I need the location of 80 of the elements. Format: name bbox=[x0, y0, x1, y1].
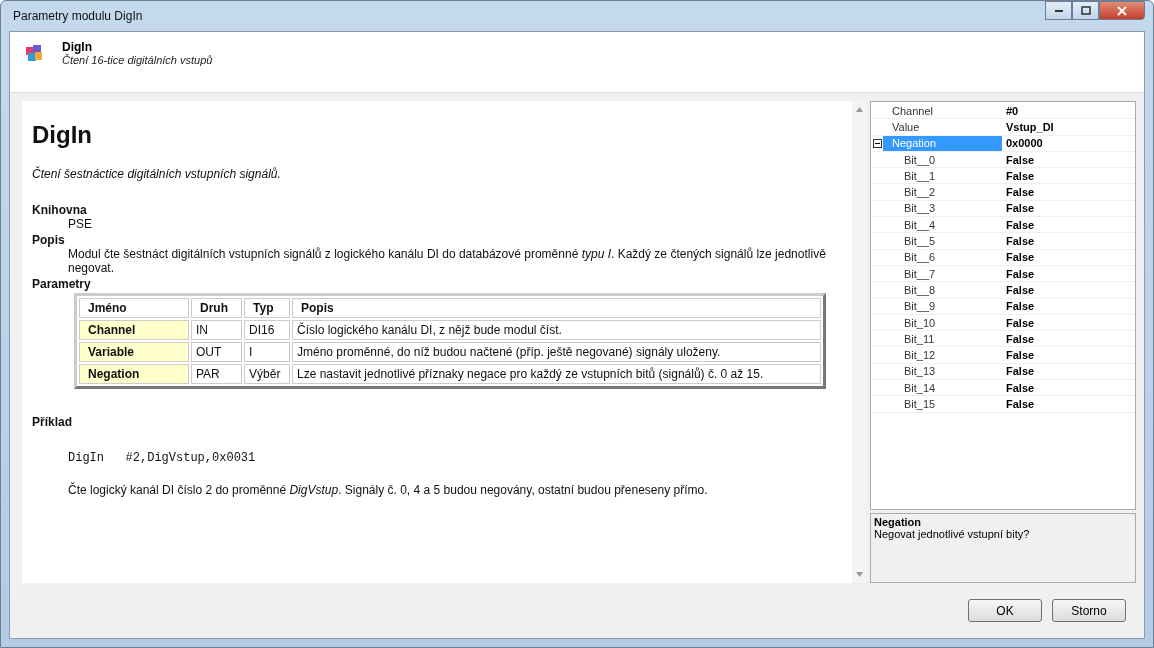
collapse-icon[interactable] bbox=[872, 138, 882, 148]
property-name[interactable]: Bit_11 bbox=[883, 331, 1002, 347]
description-text: Modul čte šestnáct digitálních vstupních signálů z logického kanálu DI do databázové proměnné typu I. Každý ze čtených signálů lze jednotlivě negovat. bbox=[67, 247, 827, 275]
property-name[interactable]: Bit__1 bbox=[883, 168, 1002, 184]
property-name[interactable]: Bit__0 bbox=[883, 151, 1002, 168]
minimize-button[interactable] bbox=[1045, 1, 1072, 20]
property-value[interactable]: False bbox=[1002, 218, 1035, 231]
table-cell: I bbox=[244, 342, 290, 362]
table-cell: PAR bbox=[191, 364, 243, 384]
example-text: Čte logický kanál DI číslo 2 do proměnné DigVstup. Signály č. 0, 4 a 5 budou negovány, ostatní budou přeneseny přímo. bbox=[67, 483, 709, 497]
table-cell: Negation bbox=[79, 364, 189, 384]
property-name[interactable]: Bit__7 bbox=[883, 265, 1002, 282]
property-value[interactable]: 0x0000 bbox=[1002, 137, 1043, 150]
section-heading: Popis bbox=[32, 233, 66, 247]
module-subtitle: Čtení 16-tice digitálních vstupů bbox=[62, 54, 213, 66]
property-value[interactable]: False bbox=[1002, 365, 1035, 378]
table-cell: DI16 bbox=[244, 320, 290, 340]
property-name[interactable]: Bit__3 bbox=[883, 200, 1002, 217]
scroll-down-icon bbox=[855, 572, 863, 577]
property-value[interactable]: False bbox=[1002, 169, 1035, 182]
section-heading: Knihovna bbox=[32, 203, 88, 217]
property-name[interactable]: Bit_15 bbox=[883, 396, 1002, 412]
maximize-icon bbox=[1080, 5, 1091, 16]
column-header: Typ bbox=[244, 298, 290, 318]
module-icon bbox=[24, 43, 44, 63]
property-value[interactable]: #0 bbox=[1002, 104, 1019, 117]
property-name[interactable]: Bit__4 bbox=[883, 217, 1002, 233]
section-heading: Parametry bbox=[32, 277, 92, 291]
property-name[interactable]: Channel bbox=[883, 103, 1002, 119]
property-value[interactable]: False bbox=[1002, 300, 1035, 313]
property-description: Negovat jednotlivé vstupní bity? bbox=[874, 528, 1031, 540]
minimize-icon bbox=[1054, 9, 1063, 12]
maximize-button[interactable] bbox=[1072, 1, 1099, 20]
property-name[interactable]: Bit_13 bbox=[883, 363, 1002, 380]
property-value[interactable]: False bbox=[1002, 186, 1035, 199]
property-value[interactable]: False bbox=[1002, 251, 1035, 264]
property-value[interactable]: False bbox=[1002, 349, 1035, 362]
property-value[interactable]: False bbox=[1002, 267, 1035, 280]
property-name[interactable]: Value bbox=[883, 119, 1002, 135]
property-name[interactable]: Bit_14 bbox=[883, 380, 1002, 396]
property-name[interactable]: Bit_12 bbox=[883, 347, 1002, 363]
table-cell: Channel bbox=[79, 320, 189, 340]
property-value[interactable]: False bbox=[1002, 398, 1035, 410]
property-name[interactable]: Bit__6 bbox=[883, 249, 1002, 265]
table-cell: Číslo logického kanálu DI, z nějž bude modul číst. bbox=[292, 320, 821, 340]
scroll-up-icon bbox=[855, 107, 863, 112]
close-icon bbox=[1117, 5, 1127, 16]
close-button[interactable] bbox=[1099, 1, 1145, 20]
dialog-button[interactable]: Storno bbox=[1052, 599, 1126, 622]
property-value[interactable]: False bbox=[1002, 283, 1035, 296]
example-code: DigIn #2,DigVstup,0x0031 bbox=[68, 451, 257, 465]
property-name[interactable]: Bit_10 bbox=[883, 314, 1002, 331]
table-cell: OUT bbox=[191, 342, 243, 362]
table-cell: Výběr bbox=[244, 364, 290, 384]
table-cell: Variable bbox=[79, 342, 189, 362]
property-value[interactable]: False bbox=[1002, 381, 1035, 394]
property-value[interactable]: False bbox=[1002, 316, 1035, 329]
property-value[interactable]: Vstup_DI bbox=[1002, 120, 1054, 133]
property-description-title: Negation bbox=[874, 516, 923, 528]
section-heading: Příklad bbox=[32, 415, 74, 429]
property-name[interactable]: Bit__8 bbox=[883, 282, 1002, 298]
property-value[interactable]: False bbox=[1002, 202, 1035, 215]
table-cell: Jméno proměnné, do níž budou načtené (příp. ještě negované) signály uloženy. bbox=[292, 342, 821, 362]
property-value[interactable]: False bbox=[1002, 153, 1035, 166]
property-value[interactable]: False bbox=[1002, 235, 1035, 247]
property-name[interactable]: Bit__2 bbox=[883, 184, 1002, 200]
property-name[interactable]: Bit__5 bbox=[883, 233, 1002, 249]
table-cell: IN bbox=[191, 320, 243, 340]
property-name[interactable]: Bit__9 bbox=[883, 298, 1002, 314]
help-summary: Čtení šestnáctice digitálních vstupních signálů. bbox=[32, 167, 282, 181]
column-header: Jméno bbox=[79, 298, 189, 318]
window-title: Parametry modulu DigIn bbox=[12, 9, 143, 23]
table-cell: Lze nastavit jednotlivé příznaky negace pro každý ze vstupních bitů (signálů) č. 0 až 15. bbox=[292, 364, 821, 384]
column-header: Druh bbox=[191, 298, 243, 318]
module-title: DigIn bbox=[62, 40, 93, 54]
column-header: Popis bbox=[292, 298, 821, 318]
dialog-button[interactable]: OK bbox=[968, 599, 1042, 622]
property-value[interactable]: False bbox=[1002, 332, 1035, 345]
help-title: DigIn bbox=[32, 121, 93, 149]
library-name: PSE bbox=[67, 217, 93, 231]
